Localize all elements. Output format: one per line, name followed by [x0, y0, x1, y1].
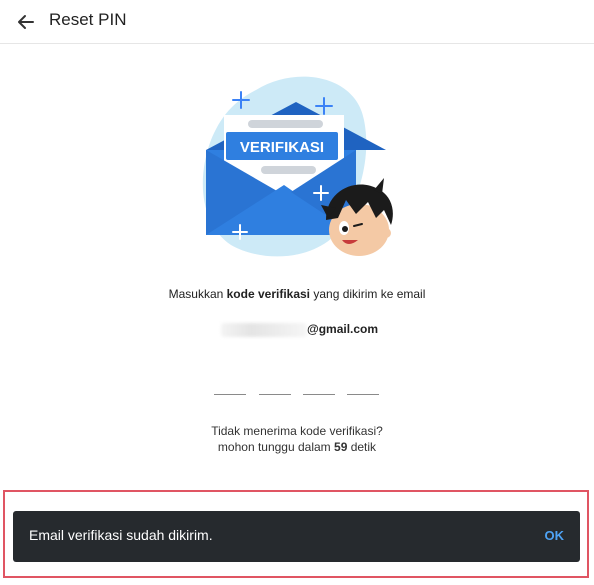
instruction-suffix: yang dikirim ke email	[310, 287, 426, 301]
countdown-seconds: 59	[334, 440, 348, 454]
verification-illustration: VERIFIKASI	[196, 70, 396, 270]
snackbar-ok-button[interactable]: OK	[545, 528, 565, 543]
back-button[interactable]	[12, 8, 40, 36]
resend-line-2: mohon tunggu dalam 59 detik	[0, 439, 594, 455]
app-header: Reset PIN	[0, 0, 594, 44]
resend-info: Tidak menerima kode verifikasi? mohon tu…	[0, 423, 594, 455]
otp-digit-3[interactable]	[303, 378, 335, 395]
otp-digit-2[interactable]	[259, 378, 291, 395]
email-address: @gmail.com	[0, 321, 594, 339]
snackbar-message: Email verifikasi sudah dikirim.	[29, 527, 213, 543]
otp-input-group	[0, 378, 594, 396]
instruction-prefix: Masukkan	[168, 287, 227, 301]
otp-digit-1[interactable]	[214, 378, 246, 395]
email-redacted	[221, 323, 307, 337]
envelope-label: VERIFIKASI	[240, 139, 324, 156]
resend-line-1: Tidak menerima kode verifikasi?	[211, 424, 383, 438]
snackbar: Email verifikasi sudah dikirim. OK	[13, 511, 580, 562]
countdown-prefix: mohon tunggu dalam	[217, 440, 335, 454]
arrow-left-icon	[18, 15, 34, 29]
instruction-text: Masukkan kode verifikasi yang dikirim ke…	[0, 287, 594, 301]
email-domain: @gmail.com	[307, 322, 379, 336]
countdown-suffix: detik	[347, 440, 377, 454]
page-title: Reset PIN	[49, 10, 127, 29]
instruction-bold: kode verifikasi	[226, 287, 311, 301]
otp-digit-4[interactable]	[347, 378, 379, 395]
